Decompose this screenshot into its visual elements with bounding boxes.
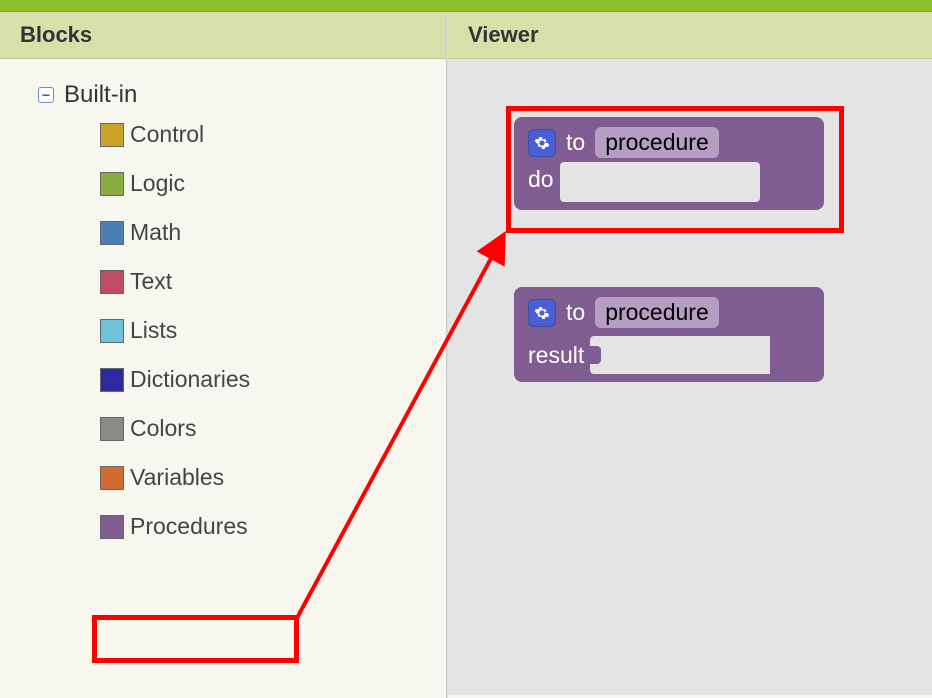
blocks-title: Blocks <box>20 22 92 47</box>
swatch-control <box>100 123 124 147</box>
swatch-colors <box>100 417 124 441</box>
tree-children: Control Logic Math Text Lists <box>38 121 436 540</box>
tree-root-label: Built-in <box>64 81 137 109</box>
label-dictionaries: Dictionaries <box>130 366 250 393</box>
swatch-variables <box>100 466 124 490</box>
app-top-bar <box>0 0 932 12</box>
collapse-icon[interactable]: − <box>38 87 54 103</box>
do-socket[interactable] <box>560 162 760 202</box>
swatch-lists <box>100 319 124 343</box>
viewer-panel: Viewer to procedure do <box>447 12 932 698</box>
label-procedures: Procedures <box>130 513 248 540</box>
label-math: Math <box>130 219 181 246</box>
viewer-title: Viewer <box>468 22 539 47</box>
label-lists: Lists <box>130 317 177 344</box>
block-procedure-do[interactable]: to procedure do <box>514 117 824 210</box>
tree-item-control[interactable]: Control <box>100 121 436 148</box>
viewer-header: Viewer <box>448 12 932 59</box>
tree-item-logic[interactable]: Logic <box>100 170 436 197</box>
procedure-name-field[interactable]: procedure <box>595 127 719 158</box>
swatch-text <box>100 270 124 294</box>
swatch-procedures <box>100 515 124 539</box>
procedure-name-field[interactable]: procedure <box>595 297 719 328</box>
tree-root-builtin[interactable]: − Built-in <box>38 81 436 109</box>
do-label: do <box>528 162 554 193</box>
block-procedure-result[interactable]: to procedure result <box>514 287 824 382</box>
label-control: Control <box>130 121 204 148</box>
swatch-math <box>100 221 124 245</box>
blocks-panel: Blocks − Built-in Control Logic Math <box>0 12 447 698</box>
swatch-logic <box>100 172 124 196</box>
tree-item-variables[interactable]: Variables <box>100 464 436 491</box>
result-socket[interactable] <box>590 336 770 374</box>
swatch-dictionaries <box>100 368 124 392</box>
main-layout: Blocks − Built-in Control Logic Math <box>0 12 932 698</box>
tree-item-text[interactable]: Text <box>100 268 436 295</box>
label-logic: Logic <box>130 170 185 197</box>
label-text: Text <box>130 268 172 295</box>
blocks-tree: − Built-in Control Logic Math T <box>0 59 446 550</box>
tree-item-math[interactable]: Math <box>100 219 436 246</box>
to-label: to <box>566 299 585 326</box>
gear-icon[interactable] <box>528 129 556 157</box>
tree-item-dictionaries[interactable]: Dictionaries <box>100 366 436 393</box>
result-label: result <box>528 342 584 369</box>
tree-item-colors[interactable]: Colors <box>100 415 436 442</box>
label-colors: Colors <box>130 415 196 442</box>
gear-icon[interactable] <box>528 299 556 327</box>
viewer-area[interactable]: to procedure do to procedure <box>448 59 932 695</box>
blocks-header: Blocks <box>0 12 446 59</box>
label-variables: Variables <box>130 464 224 491</box>
tree-item-lists[interactable]: Lists <box>100 317 436 344</box>
to-label: to <box>566 129 585 156</box>
tree-item-procedures[interactable]: Procedures <box>100 513 436 540</box>
